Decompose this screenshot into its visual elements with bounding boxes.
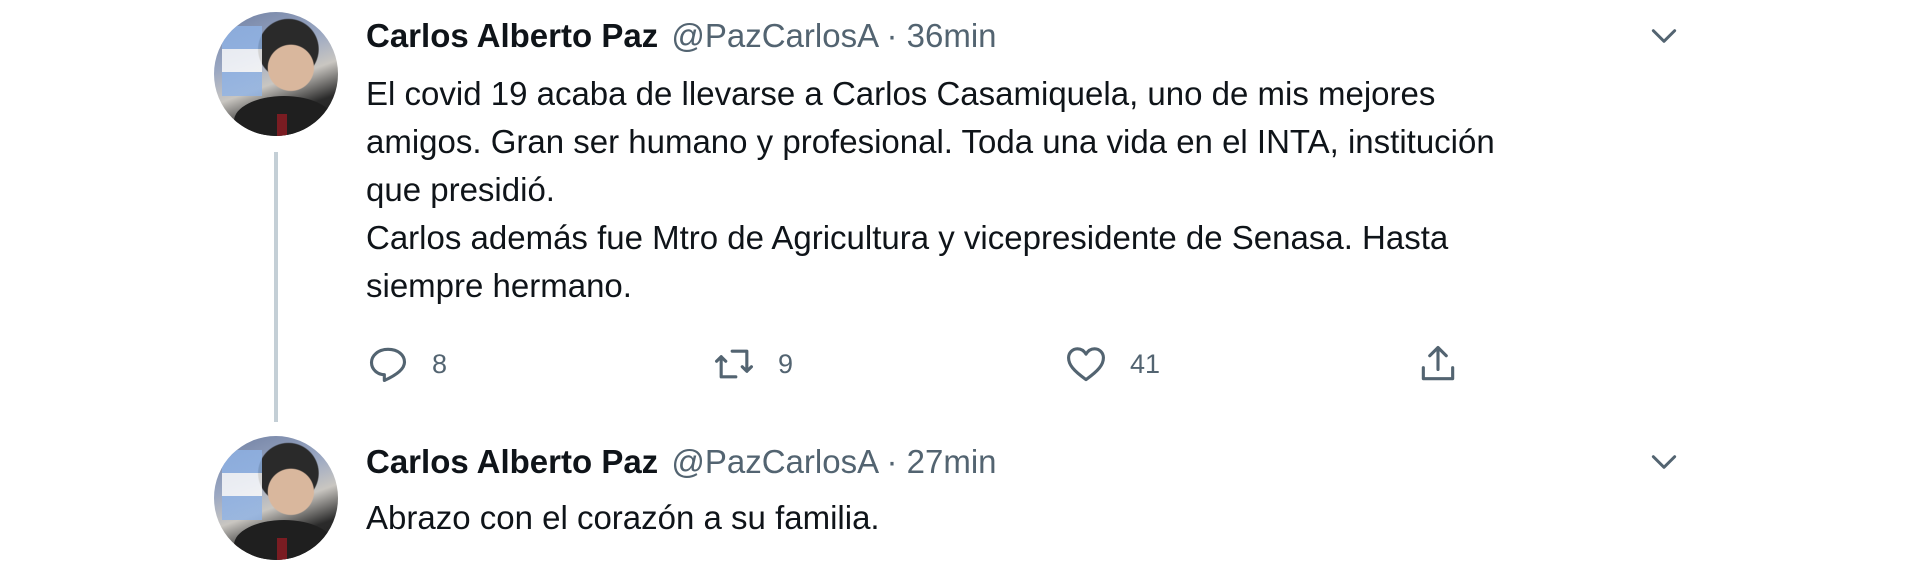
thread-connector-line: [274, 152, 278, 422]
meta-separator: ·: [886, 443, 898, 480]
reply-icon: [369, 347, 407, 383]
tweet-text-line: Abrazo con el corazón a su familia.: [366, 499, 880, 536]
tweet-text: Abrazo con el corazón a su familia.: [366, 494, 1736, 542]
tweet-text-line: El covid 19 acaba de llevarse a Carlos C…: [366, 75, 1436, 112]
author-handle[interactable]: @PazCarlosA: [671, 443, 877, 480]
tweet-text-line: Carlos además fue Mtro de Agricultura y …: [366, 219, 1449, 256]
author-handle[interactable]: @PazCarlosA: [671, 17, 877, 54]
heart-icon: [1067, 347, 1105, 382]
tweet-header: Carlos Alberto Paz @PazCarlosA · 36min: [366, 16, 997, 56]
chevron-down-icon[interactable]: [1648, 446, 1680, 478]
tweet-text: El covid 19 acaba de llevarse a Carlos C…: [366, 70, 1736, 310]
tweet-text-line: amigos. Gran ser humano y profesional. T…: [366, 123, 1495, 160]
tweet-text-line: que presidió.: [366, 171, 555, 208]
tweet-header: Carlos Alberto Paz @PazCarlosA · 27min: [366, 442, 997, 482]
avatar-flag: [222, 450, 262, 520]
tweet-time[interactable]: 36min: [907, 17, 997, 54]
reply-count: 8: [432, 348, 448, 379]
meta-separator: ·: [886, 17, 898, 54]
retweet-button[interactable]: 9: [712, 340, 793, 388]
like-button[interactable]: 41: [1064, 340, 1160, 388]
share-button[interactable]: [1416, 340, 1460, 388]
tweet-time[interactable]: 27min: [907, 443, 997, 480]
chevron-down-icon[interactable]: [1648, 20, 1680, 52]
avatar[interactable]: [214, 436, 338, 560]
reply-button[interactable]: 8: [366, 340, 447, 388]
share-icon: [1421, 345, 1455, 381]
avatar-flag: [222, 26, 262, 96]
avatar[interactable]: [214, 12, 338, 136]
tweet-actions: 8 9 41: [366, 340, 1486, 388]
author-name[interactable]: Carlos Alberto Paz: [366, 443, 658, 480]
author-name[interactable]: Carlos Alberto Paz: [366, 17, 658, 54]
retweet-count: 9: [778, 348, 794, 379]
tweet-text-line: siempre hermano.: [366, 267, 632, 304]
retweet-icon: [715, 349, 753, 379]
like-count: 41: [1130, 348, 1161, 379]
